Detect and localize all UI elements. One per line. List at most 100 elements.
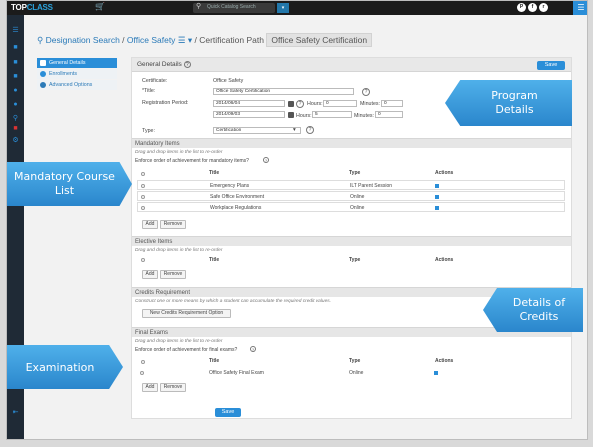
tab-enrollments[interactable]: Enrollments — [37, 69, 117, 79]
chevron-down-icon[interactable]: ▾ — [188, 35, 192, 45]
remove-exam-button[interactable]: Remove — [160, 383, 186, 392]
help-icon[interactable]: ? — [183, 60, 191, 68]
table-row[interactable]: Workplace Regulations Online — [137, 202, 565, 212]
enforce-order-label: Enforce order of achievement for final e… — [135, 347, 238, 353]
hours-label: Hours: — [307, 101, 323, 107]
table-row[interactable]: Safe Office Environment Online — [137, 191, 565, 201]
col-title: Title — [209, 358, 220, 364]
type-select[interactable]: Certification — [213, 127, 301, 134]
row-type: Online — [349, 370, 364, 376]
add-exam-button[interactable]: Add — [142, 383, 158, 392]
shopping-cart-icon[interactable]: 🛒 — [95, 2, 105, 11]
credits-details-callout: Details of Credits — [483, 288, 583, 332]
delete-icon[interactable] — [435, 195, 439, 199]
certificate-label: Certificate: — [142, 78, 168, 84]
row-checkbox[interactable] — [141, 206, 145, 210]
select-all-checkbox[interactable] — [141, 172, 145, 176]
tab-advanced-options[interactable]: Advanced Options — [37, 80, 117, 90]
help-icon[interactable]: ? — [263, 157, 269, 163]
help-icon[interactable]: ? — [296, 100, 304, 108]
app-frame: TOPCLASS 🛒 ⚲ Quick Catalog Search ▾ P f … — [6, 0, 588, 440]
breadcrumb-current: Office Safety Certification — [266, 33, 373, 47]
tab-label: Enrollments — [49, 71, 77, 77]
new-credits-option-button[interactable]: New Credits Requirement Option — [142, 309, 231, 318]
row-checkbox[interactable] — [141, 184, 145, 188]
table-row[interactable]: Emergency Plans ILT Parent Session — [137, 180, 565, 190]
calendar-icon[interactable] — [288, 112, 294, 118]
chevron-down-icon: ▾ — [293, 127, 296, 133]
elective-items-header: Elective Items — [132, 236, 571, 246]
col-actions: Actions — [435, 257, 454, 263]
drag-note: Drag and drop items in the list to re-or… — [135, 339, 223, 344]
search-input[interactable]: Quick Catalog Search — [207, 4, 256, 10]
rail-users-icon[interactable]: ● — [11, 101, 20, 109]
general-details-header: General Details? — [132, 58, 571, 72]
row-checkbox[interactable] — [141, 195, 145, 199]
minutes-input-1[interactable]: 0 — [381, 100, 403, 107]
end-date-input[interactable]: 2014/09/03 — [213, 111, 285, 118]
table-row[interactable]: Office Safety Final Exam Online — [137, 368, 565, 378]
tab-general-details[interactable]: General Details — [37, 58, 117, 68]
title-input[interactable]: Office Safety Certification — [213, 88, 354, 95]
search-box[interactable]: ⚲ Quick Catalog Search — [193, 3, 275, 13]
save-button-bottom[interactable]: Save — [215, 408, 241, 417]
minutes-input-2[interactable]: 0 — [375, 111, 403, 118]
row-type: ILT Parent Session — [350, 183, 393, 189]
breadcrumb-office-safety[interactable]: Office Safety — [127, 35, 176, 45]
mandatory-items-header: Mandatory Items — [132, 138, 571, 148]
facebook-icon[interactable]: f — [528, 3, 537, 12]
rail-collapse-icon[interactable]: ⇤ — [11, 409, 20, 417]
logo-text-b: CLASS — [26, 3, 53, 12]
row-title: Office Safety Final Exam — [209, 370, 264, 376]
col-title: Title — [209, 170, 220, 176]
rail-settings-icon[interactable]: ⚙ — [11, 137, 20, 145]
calendar-icon[interactable] — [288, 101, 294, 107]
save-button-top[interactable]: Save — [537, 61, 565, 70]
rss-icon[interactable]: r — [539, 3, 548, 12]
col-type: Type — [349, 257, 361, 263]
hours-input-2[interactable]: 5 — [312, 111, 352, 118]
rail-calendar-icon[interactable]: ■ — [11, 73, 20, 81]
hours-label: Hours: — [296, 113, 312, 119]
row-checkbox[interactable] — [140, 371, 144, 375]
pinterest-icon[interactable]: P — [517, 3, 526, 12]
rail-catalog-icon[interactable]: ■ — [11, 59, 20, 67]
add-mandatory-button[interactable]: Add — [142, 220, 158, 229]
callout-line: Credits — [519, 310, 559, 323]
hamburger-menu-icon[interactable]: ☰ — [573, 1, 587, 15]
help-icon[interactable]: ? — [362, 88, 370, 96]
list-icon — [40, 60, 46, 66]
delete-icon[interactable] — [435, 206, 439, 210]
certificate-value: Office Safety — [213, 78, 244, 84]
select-all-checkbox[interactable] — [141, 360, 145, 364]
rail-chart-icon[interactable]: ● — [11, 87, 20, 95]
rail-menu-icon[interactable]: ☰ — [11, 27, 20, 35]
section-title: General Details — [137, 61, 182, 68]
callout-line: Mandatory Course — [14, 170, 115, 183]
rail-alert-icon[interactable]: ■ — [11, 125, 20, 133]
help-icon[interactable]: ? — [250, 346, 256, 352]
rail-home-icon[interactable]: ■ — [11, 44, 20, 52]
callout-line: Program — [491, 89, 538, 102]
help-icon[interactable]: ? — [306, 126, 314, 134]
remove-mandatory-button[interactable]: Remove — [160, 220, 186, 229]
search-dropdown-button[interactable]: ▾ — [277, 3, 289, 13]
gear-icon — [40, 82, 46, 88]
col-type: Type — [349, 358, 361, 364]
breadcrumb-designation-search[interactable]: Designation Search — [46, 35, 120, 45]
hours-input-1[interactable]: 0 — [323, 100, 357, 107]
remove-elective-button[interactable]: Remove — [160, 270, 186, 279]
program-details-callout: Program Details — [445, 80, 572, 126]
col-actions: Actions — [435, 358, 454, 364]
type-label: Type: — [142, 128, 155, 134]
minutes-label: Minutes: — [354, 113, 375, 119]
logo[interactable]: TOPCLASS — [11, 3, 53, 12]
row-type: Online — [350, 205, 365, 211]
select-all-checkbox[interactable] — [141, 258, 145, 262]
delete-icon[interactable] — [434, 371, 438, 375]
delete-icon[interactable] — [435, 184, 439, 188]
list-view-icon[interactable]: ☰ — [178, 35, 186, 45]
start-date-input[interactable]: 2014/06/04 — [213, 100, 285, 107]
add-elective-button[interactable]: Add — [142, 270, 158, 279]
rail-search-icon[interactable]: ⚲ — [11, 115, 20, 123]
